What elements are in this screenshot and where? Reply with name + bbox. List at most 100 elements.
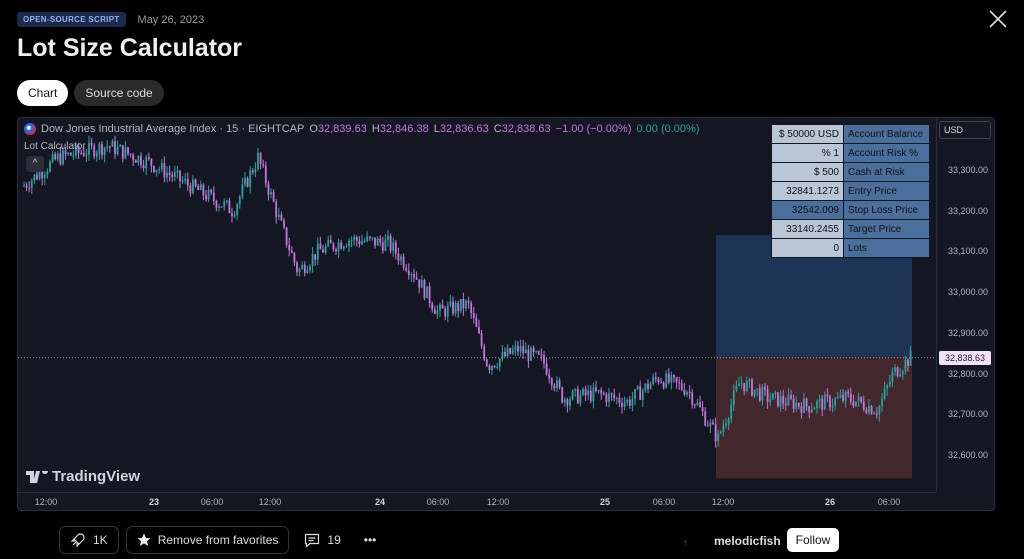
close-icon[interactable] <box>988 9 1008 29</box>
candle-body <box>740 383 743 385</box>
candle-body <box>636 386 639 390</box>
candle-body <box>582 388 584 395</box>
candle-body <box>881 398 883 407</box>
candle-body <box>114 140 116 155</box>
candle-body <box>410 274 413 276</box>
candle-body <box>745 381 748 392</box>
candle-body <box>342 246 345 249</box>
time-tick: 25 <box>599 497 611 507</box>
candle-body <box>82 152 85 156</box>
price-axis[interactable]: 33,300.00 33,200.00 33,100.00 33,000.00 32,9… <box>936 118 994 492</box>
time-axis[interactable]: 12:00 23 06:00 12:00 24 06:00 12:00 25 06:00 12:0… <box>18 492 936 510</box>
low-value: 32,836.63 <box>439 123 489 135</box>
candle-body <box>171 174 174 178</box>
candle-body <box>85 154 88 156</box>
candle-body <box>428 286 431 304</box>
candle-body <box>457 302 460 312</box>
candle-body <box>288 244 291 251</box>
candle-body <box>899 374 902 377</box>
candle-body <box>753 389 756 396</box>
candle-body <box>25 185 28 188</box>
candle-body <box>730 404 733 420</box>
candle-body <box>504 352 506 357</box>
candle-body <box>254 168 257 173</box>
candle-body <box>608 393 610 402</box>
candle-body <box>160 163 163 170</box>
candle-body <box>496 366 499 368</box>
tab-chart[interactable]: Chart <box>17 80 69 106</box>
candle-body <box>857 396 860 402</box>
candle-body <box>306 270 309 273</box>
candle-body <box>571 390 574 400</box>
candle-body <box>769 399 772 402</box>
candle-body <box>223 201 226 207</box>
candle-body <box>353 237 356 241</box>
tab-source-code[interactable]: Source code <box>74 80 164 106</box>
candle-body <box>816 401 818 409</box>
comments-button[interactable]: 19 <box>296 533 348 548</box>
candle-body <box>121 145 124 159</box>
candle-body <box>909 350 912 366</box>
candle-body <box>418 279 421 288</box>
calculator-row: % 1 Account Risk % <box>771 143 930 163</box>
more-icon: ••• <box>363 533 377 547</box>
candle-body <box>441 304 444 309</box>
collapse-legend-button[interactable]: ^ <box>26 156 44 172</box>
time-tick: 06:00 <box>200 497 224 507</box>
candle-body <box>194 179 197 187</box>
candle-body <box>589 390 592 402</box>
candle-body <box>423 280 426 299</box>
candle-body <box>485 359 488 366</box>
candle-body <box>792 398 795 409</box>
candle-body <box>176 170 179 173</box>
candle-body <box>901 371 904 375</box>
candle-body <box>316 243 319 260</box>
candle-body <box>488 365 491 371</box>
calculator-row: 0 Lots <box>771 238 930 258</box>
candle-body <box>41 171 44 178</box>
candle-body <box>192 179 194 194</box>
boost-button[interactable]: 1K <box>59 526 119 554</box>
calculator-label: Stop Loss Price <box>843 200 930 220</box>
candle-body <box>285 227 288 245</box>
chart-panel[interactable]: Dow Jones Industrial Average Index · 15 … <box>17 117 995 511</box>
author-name[interactable]: melodicfish <box>714 534 781 548</box>
candle-body <box>303 264 306 273</box>
candle-body <box>797 402 800 407</box>
follow-button[interactable]: Follow <box>787 528 839 552</box>
candle-body <box>127 147 129 154</box>
high-value: 32,846.38 <box>379 123 429 135</box>
candle-body <box>28 187 31 189</box>
candle-body <box>693 404 696 406</box>
calculator-label: Account Balance <box>843 124 930 144</box>
candle-body <box>584 388 587 396</box>
time-tick: 06:00 <box>426 497 450 507</box>
candle-body <box>371 237 374 239</box>
more-button[interactable]: ••• <box>356 533 385 547</box>
candle-body <box>784 403 787 406</box>
time-tick: 23 <box>148 497 160 507</box>
calculator-row: $ 500 Cash at Risk <box>771 162 930 182</box>
candle-body <box>748 379 751 382</box>
candle-body <box>142 165 145 169</box>
candle-body <box>779 396 782 407</box>
currency-selector[interactable]: USD <box>939 121 991 139</box>
candle-body <box>244 178 246 185</box>
candle-body <box>540 354 543 356</box>
candle-body <box>181 180 184 182</box>
candle-body <box>506 348 509 357</box>
remove-favorite-button[interactable]: Remove from favorites <box>125 526 290 554</box>
candle-body <box>431 303 434 310</box>
candle-body <box>751 379 753 396</box>
calculator-row: 32542.009 Stop Loss Price <box>771 200 930 220</box>
candle-body <box>647 383 649 390</box>
candle-body <box>478 326 480 334</box>
candle-body <box>519 346 522 352</box>
candle-body <box>452 301 454 314</box>
candle-body <box>376 238 379 246</box>
candle-body <box>116 146 119 155</box>
candle-body <box>249 170 252 187</box>
candle-body <box>652 377 655 384</box>
candle-body <box>844 391 847 401</box>
candle-body <box>602 393 605 395</box>
